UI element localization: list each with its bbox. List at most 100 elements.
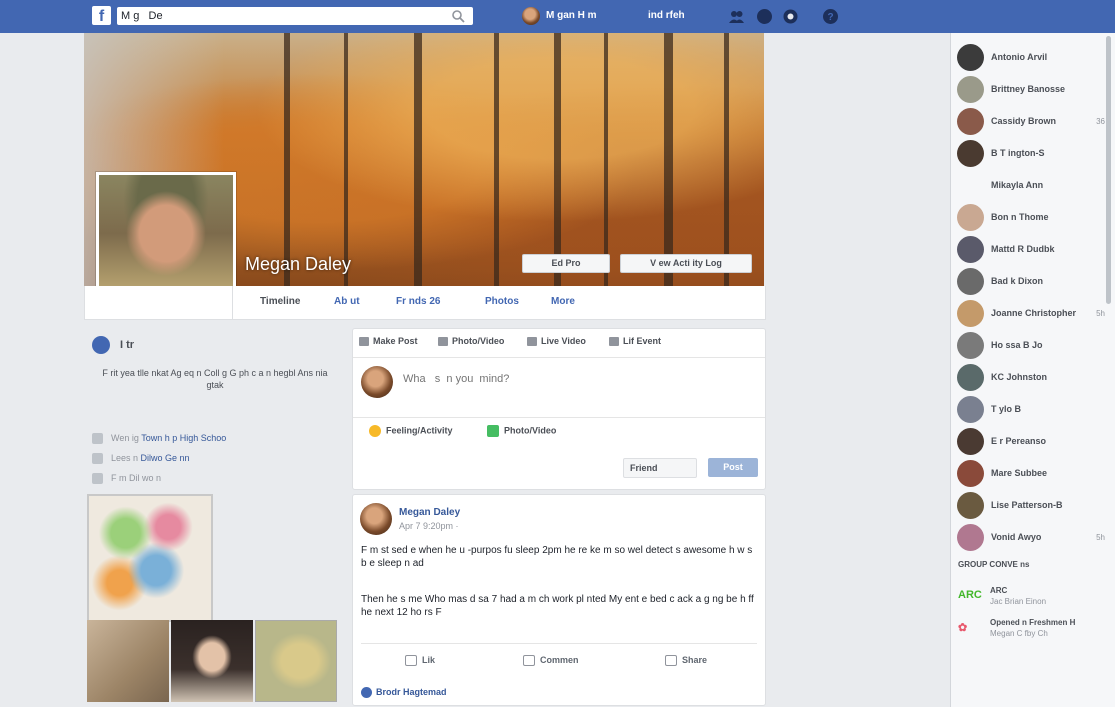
search-icon[interactable] [451, 9, 465, 23]
avatar [957, 204, 984, 231]
avatar [957, 492, 984, 519]
reactions-summary[interactable]: Brodr Hagtemad [361, 687, 447, 699]
home-link[interactable]: ind rfeh [648, 7, 685, 25]
edit-profile-button[interactable]: Ed Pro [522, 254, 610, 273]
chat-contact[interactable]: Lise Patterson-B [955, 491, 1105, 521]
comment-button[interactable]: Commen [523, 655, 579, 667]
flag-icon [609, 337, 619, 347]
school-link[interactable]: Town h p High Schoo [141, 433, 226, 443]
notifications-globe-icon[interactable] [782, 8, 799, 25]
composer-tab-make-post[interactable]: Make Post [359, 336, 418, 347]
chat-contact-name: Bad k Dixon [991, 276, 1044, 286]
photo-thumbnail[interactable] [171, 620, 253, 702]
avatar [957, 300, 984, 327]
chat-contact[interactable]: Joanne Christopher 5h [955, 299, 1105, 329]
divider [353, 357, 765, 358]
chat-contact[interactable]: E r Pereanso [955, 427, 1105, 457]
chat-contact[interactable]: Vonid Awyo 5h [955, 523, 1105, 553]
chat-contact[interactable]: Brittney Banosse [955, 75, 1105, 105]
post-button[interactable]: Post [708, 458, 758, 477]
chat-contact[interactable]: Antonio Arvil [955, 43, 1105, 73]
search-input[interactable] [117, 7, 445, 25]
photo-icon [487, 425, 499, 437]
post-paragraph: F m st sed e when he u -purpos fu sleep … [361, 545, 753, 569]
profile-name[interactable]: Megan Daley [245, 254, 351, 275]
profile-shortcut-label: M gan H m [546, 10, 597, 21]
svg-text:?: ? [827, 12, 833, 23]
photo-video-button[interactable]: Photo/Video [487, 425, 556, 437]
chat-contact[interactable]: Mikayla Ann [955, 171, 1105, 201]
tabs-bar-left [84, 286, 233, 320]
group-icon: ✿ [958, 622, 968, 634]
tab-more[interactable]: More [551, 296, 575, 307]
divider [353, 417, 765, 418]
school-icon [92, 433, 103, 445]
post-paragraph: Then he s me Who mas d sa 7 had a m ch w… [361, 594, 754, 618]
view-activity-log-button[interactable]: V ew Acti ity Log [620, 254, 752, 273]
chat-contact-name: B T ington-S [991, 148, 1045, 158]
chat-contact[interactable]: Ho ssa B Jo [955, 331, 1105, 361]
tab-photos[interactable]: Photos [485, 296, 519, 307]
chat-contact-name: Ho ssa B Jo [991, 340, 1043, 350]
chat-contact-name: Antonio Arvil [991, 52, 1048, 62]
chat-contact[interactable]: Bon n Thome [955, 203, 1105, 233]
home-icon [92, 453, 103, 465]
chat-contact-name: Mikayla Ann [991, 180, 1044, 190]
chat-contact-status: 5h [1096, 309, 1105, 318]
chat-contact[interactable]: Mattd R Dudbk [955, 235, 1105, 265]
composer-tab-live-video[interactable]: Live Video [527, 336, 586, 347]
group-icon: ARC [958, 589, 982, 601]
chat-contact[interactable]: KC Johnston [955, 363, 1105, 393]
lives-in-link[interactable]: Dilwo Ge nn [141, 453, 190, 463]
profile-shortcut[interactable]: M gan H m [522, 7, 597, 25]
chat-contact[interactable]: T ylo B [955, 395, 1105, 425]
info-lives-in: Lees n Dilwo Ge nn [92, 453, 190, 465]
photo-thumbnail[interactable] [255, 620, 337, 702]
tab-about[interactable]: Ab ut [334, 296, 360, 307]
status-input[interactable] [401, 372, 705, 386]
tab-friends[interactable]: Fr nds 26 [396, 296, 440, 307]
avatar [522, 7, 540, 25]
share-button[interactable]: Share [665, 655, 707, 667]
intro-globe-icon [92, 336, 110, 354]
chat-contact-name: Joanne Christopher [991, 308, 1077, 318]
avatar [957, 428, 984, 455]
avatar [361, 366, 393, 398]
feeling-activity-button[interactable]: Feeling/Activity [369, 425, 453, 437]
friend-requests-icon[interactable] [728, 8, 745, 25]
composer-tab-photo-video[interactable]: Photo/Video [438, 336, 504, 347]
avatar [957, 396, 984, 423]
tab-timeline[interactable]: Timeline [260, 296, 300, 307]
featured-photo[interactable] [87, 494, 213, 622]
composer-tab-life-event[interactable]: Lif Event [609, 336, 661, 347]
post-timestamp[interactable]: Apr 7 9:20pm · [399, 521, 459, 531]
timeline-post: Megan Daley Apr 7 9:20pm · F m st sed e … [352, 494, 766, 706]
chat-contact-status: 36 [1096, 117, 1105, 126]
help-icon[interactable]: ? [822, 8, 839, 25]
chat-contact[interactable]: Cassidy Brown 36 [955, 107, 1105, 137]
info-from: F m Dil wo n [92, 473, 161, 485]
avatar [957, 460, 984, 487]
search-box [117, 7, 473, 25]
location-pin-icon [92, 473, 103, 485]
intro-bio: F rit yea tlle nkat Ag eq n Coll g G ph … [102, 368, 328, 390]
chat-contact[interactable]: Mare Subbee [955, 459, 1105, 489]
chat-contact-name: T ylo B [991, 404, 1022, 414]
chat-contact[interactable]: B T ington-S [955, 139, 1105, 169]
audience-selector[interactable]: Friend [623, 458, 697, 478]
scrollbar[interactable] [1106, 36, 1111, 304]
messages-icon[interactable] [756, 8, 773, 25]
chat-contact-name: Bon n Thome [991, 212, 1049, 222]
share-icon [665, 655, 677, 667]
avatar[interactable] [360, 503, 392, 535]
chat-contact[interactable]: Bad k Dixon [955, 267, 1105, 297]
facebook-logo-icon[interactable]: f [92, 6, 111, 25]
post-author[interactable]: Megan Daley [399, 507, 460, 518]
group-conversations-header: GROUP CONVE ns [958, 560, 1030, 569]
thumbs-up-icon [405, 655, 417, 667]
group-name: ARC [990, 586, 1008, 595]
photo-thumbnail[interactable] [87, 620, 169, 702]
intro-title: I tr [120, 339, 135, 351]
chat-contact-name: Vonid Awyo [991, 532, 1042, 542]
like-button[interactable]: Lik [405, 655, 435, 667]
